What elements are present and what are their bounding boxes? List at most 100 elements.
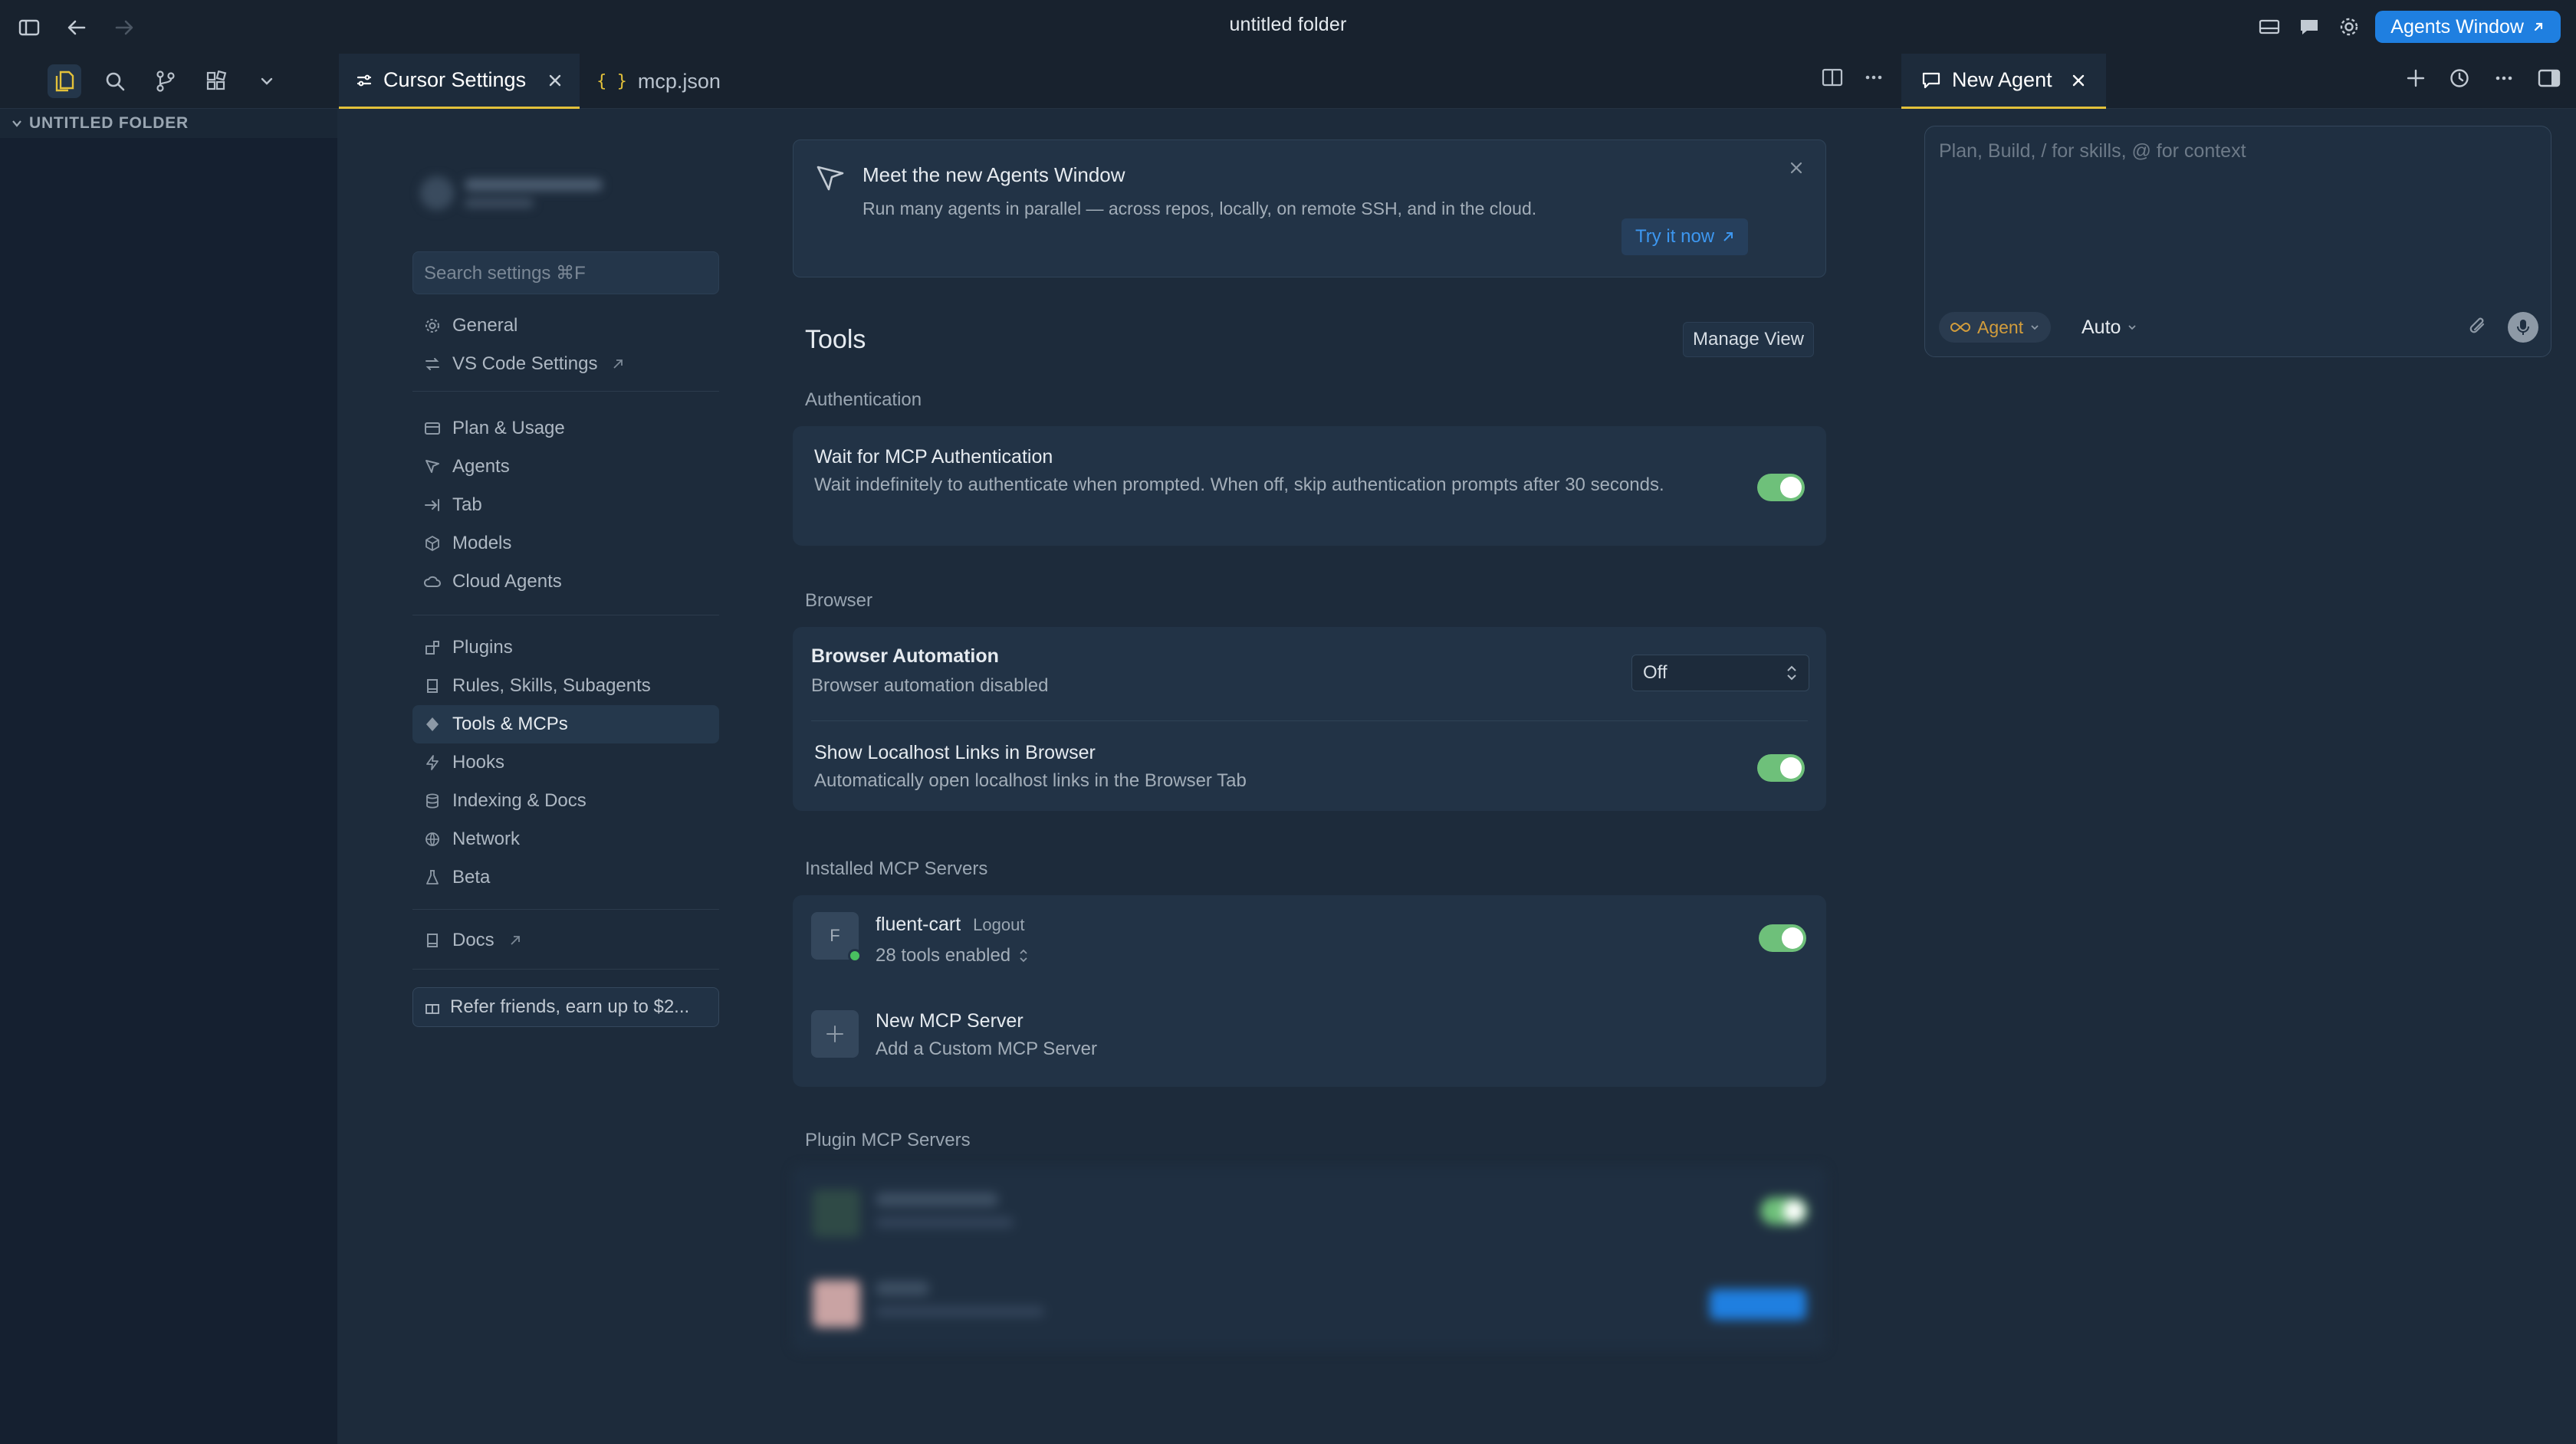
arrows-icon: [423, 355, 442, 373]
external-link-icon: [511, 936, 520, 945]
extensions-icon[interactable]: [199, 64, 233, 98]
chevron-down-icon: [2031, 325, 2039, 330]
sidebar-item-network[interactable]: Network: [412, 820, 719, 858]
chevron-down-icon[interactable]: [250, 64, 284, 98]
chat-icon[interactable]: [2295, 13, 2323, 41]
panel-icon[interactable]: [2256, 13, 2283, 41]
browser-card: Browser Automation Browser automation di…: [793, 627, 1826, 811]
sidebar-item-label: Beta: [452, 867, 491, 888]
plus-icon: [826, 1026, 843, 1042]
agent-mode-label: Agent: [1977, 317, 2024, 337]
plugin-name-placeholder: [876, 1193, 998, 1206]
microphone-icon: [2517, 320, 2529, 335]
server-tools-count: 28 tools enabled: [876, 945, 1011, 966]
gear-icon[interactable]: [2335, 13, 2363, 41]
sidebar-item-label: Plan & Usage: [452, 418, 565, 438]
sidebar-item-agents[interactable]: Agents: [412, 448, 719, 486]
manage-view-button[interactable]: Manage View: [1683, 322, 1814, 357]
paperclip-icon[interactable]: [2468, 315, 2489, 338]
auth-toggle[interactable]: [1757, 474, 1805, 501]
split-editor-icon[interactable]: [1822, 67, 1843, 87]
close-icon[interactable]: [1789, 160, 1804, 176]
more-icon[interactable]: [1863, 67, 1884, 87]
card-icon: [423, 419, 442, 438]
server-toggle[interactable]: [1759, 924, 1806, 952]
explorer-folder-header[interactable]: UNTITLED FOLDER: [0, 109, 337, 138]
sidebar-item-tab[interactable]: Tab: [412, 486, 719, 524]
folder-name: UNTITLED FOLDER: [29, 114, 189, 132]
tab-new-agent[interactable]: New Agent: [1901, 54, 2106, 109]
plugin-name-placeholder: [876, 1282, 929, 1295]
globe-icon: [423, 830, 442, 848]
sidebar-item-label: Network: [452, 829, 521, 849]
agents-window-button[interactable]: Agents Window: [2375, 11, 2561, 43]
sidebar-item-cloud-agents[interactable]: Cloud Agents: [412, 563, 719, 601]
plugin-icon: [423, 638, 442, 657]
tab-label: New Agent: [1952, 68, 2052, 91]
section-browser: Browser: [805, 590, 873, 611]
tab-cursor-settings[interactable]: Cursor Settings: [339, 54, 580, 109]
localhost-toggle[interactable]: [1757, 754, 1805, 782]
explorer-icon[interactable]: [48, 64, 81, 98]
sidebar-item-label: Models: [452, 533, 512, 553]
source-control-icon[interactable]: [149, 64, 182, 98]
settings-search-input[interactable]: Search settings ⌘F: [412, 251, 719, 294]
nav-group-docs: Docs: [412, 921, 719, 960]
sidebar-item-plan-usage[interactable]: Plan & Usage: [412, 409, 719, 448]
server-tools-toggle[interactable]: 28 tools enabled: [876, 941, 1029, 970]
agent-prompt-input[interactable]: [1939, 140, 2537, 294]
auth-title: Wait for MCP Authentication: [814, 446, 1053, 468]
server-name: fluent-cart: [876, 914, 961, 935]
more-icon[interactable]: [2493, 68, 2515, 88]
infinity-icon: [1950, 322, 1970, 333]
tools-icon: [423, 715, 442, 733]
sidebar-item-docs[interactable]: Docs: [412, 921, 719, 960]
microphone-button[interactable]: [2508, 312, 2538, 343]
try-it-now-button[interactable]: Try it now: [1622, 218, 1749, 255]
nav-divider: [412, 391, 719, 392]
flask-icon: [423, 868, 442, 887]
agent-icon: [423, 458, 442, 476]
model-label: Auto: [2082, 316, 2121, 338]
sidebar-item-label: Cloud Agents: [452, 571, 562, 592]
sidebar-item-label: General: [452, 315, 518, 336]
sidebar-item-indexing[interactable]: Indexing & Docs: [412, 782, 719, 820]
status-online-dot: [848, 949, 862, 963]
toggle-panel-icon[interactable]: [2538, 68, 2561, 88]
add-server-button[interactable]: [811, 1010, 859, 1058]
plugin-toggle[interactable]: [1760, 1197, 1808, 1225]
sidebar-item-general[interactable]: General: [412, 307, 719, 345]
model-dropdown[interactable]: Auto: [2082, 312, 2137, 343]
localhost-title: Show Localhost Links in Browser: [814, 742, 1096, 763]
sidebar-item-plugins[interactable]: Plugins: [412, 628, 719, 667]
cube-icon: [423, 534, 442, 553]
close-icon[interactable]: [2071, 73, 2086, 88]
sidebar-item-label: Docs: [452, 930, 495, 950]
agents-window-label: Agents Window: [2390, 15, 2524, 38]
new-server-title[interactable]: New MCP Server: [876, 1010, 1024, 1032]
chevron-down-icon: [2128, 325, 2137, 330]
sidebar-item-models[interactable]: Models: [412, 524, 719, 563]
plugin-avatar: [813, 1190, 860, 1237]
sidebar-item-beta[interactable]: Beta: [412, 858, 719, 897]
sidebar-item-label: Hooks: [452, 752, 505, 773]
history-icon[interactable]: [2449, 67, 2470, 89]
agent-mode-dropdown[interactable]: Agent: [1939, 312, 2052, 343]
search-icon[interactable]: [98, 64, 132, 98]
close-icon[interactable]: [547, 73, 563, 88]
sidebar-item-rules[interactable]: Rules, Skills, Subagents: [412, 667, 719, 705]
chevron-down-icon: [12, 120, 21, 127]
sidebar-item-hooks[interactable]: Hooks: [412, 743, 719, 782]
user-profile[interactable]: [420, 176, 603, 210]
sidebar-item-vscode-settings[interactable]: VS Code Settings: [412, 345, 719, 383]
plus-icon[interactable]: [2406, 68, 2426, 88]
tab-mcp-json[interactable]: { } mcp.json: [580, 54, 738, 109]
logout-link[interactable]: Logout: [973, 915, 1024, 935]
plugin-action-button[interactable]: [1710, 1289, 1806, 1320]
browser-automation-select[interactable]: Off: [1631, 655, 1809, 691]
sidebar-item-label: Tools & MCPs: [452, 714, 568, 734]
sidebar-item-tools-mcps[interactable]: Tools & MCPs: [412, 705, 719, 743]
refer-friends-button[interactable]: Refer friends, earn up to $2...: [412, 987, 719, 1027]
sidebar-item-label: Rules, Skills, Subagents: [452, 675, 651, 696]
nav-group-account: Plan & Usage Agents Tab Models Cloud Age…: [412, 409, 719, 601]
